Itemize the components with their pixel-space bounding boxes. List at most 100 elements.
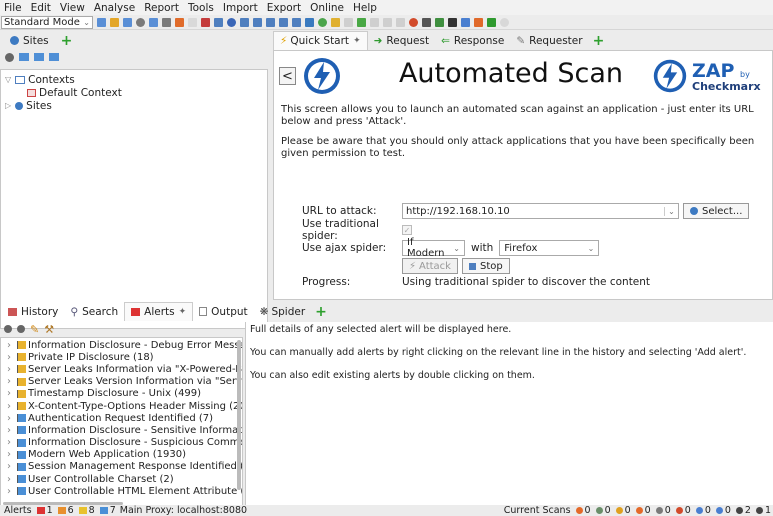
toolbar-button-icon[interactable] — [461, 17, 470, 27]
alert-list-item[interactable]: › Information Disclosure - Suspicious Com… — [1, 437, 242, 449]
toolbar-button-icon[interactable] — [409, 17, 418, 27]
globe-toggle-icon[interactable] — [4, 325, 12, 333]
tab-sites[interactable]: Sites — [4, 31, 55, 50]
chevron-right-icon[interactable]: › — [7, 413, 11, 424]
chevron-right-icon[interactable]: › — [7, 449, 11, 460]
toolbar-button-icon[interactable] — [188, 17, 197, 27]
ajax-mode-select[interactable]: If Modern ⌄ — [402, 237, 465, 259]
toolbar-button-icon[interactable] — [279, 17, 288, 27]
menu-export[interactable]: Export — [267, 2, 301, 14]
edit-icon[interactable]: ✎ — [30, 323, 39, 336]
chevron-right-icon[interactable]: › — [7, 474, 11, 485]
alert-list-item[interactable]: › Modern Web Application (1930) — [1, 449, 242, 461]
alert-list-item[interactable]: › X-Content-Type-Options Header Missing (… — [1, 400, 242, 412]
toolbar-button-icon[interactable] — [162, 17, 171, 27]
chevron-right-icon[interactable]: › — [7, 364, 11, 375]
toolbar-button-icon[interactable] — [344, 17, 353, 27]
stop-button[interactable]: Stop — [461, 258, 510, 274]
toolbar-button-icon[interactable] — [500, 17, 509, 27]
vertical-scrollbar[interactable] — [237, 340, 241, 490]
broom-icon[interactable]: ⚒ — [44, 323, 54, 336]
chevron-right-icon[interactable]: › — [7, 376, 11, 387]
tab-quick-start[interactable]: ⚡ Quick Start ✦ — [273, 31, 368, 50]
chevron-down-icon[interactable]: ▽ — [5, 75, 11, 84]
alert-list-item[interactable]: › Session Management Response Identified … — [1, 461, 242, 473]
tab-request[interactable]: ➜ Request — [368, 31, 435, 50]
alert-list-item[interactable]: › Server Leaks Version Information via "S… — [1, 376, 242, 388]
traditional-spider-checkbox[interactable]: ✓ — [402, 225, 412, 235]
toolbar-button-icon[interactable] — [110, 17, 119, 27]
add-tab-icon[interactable]: + — [315, 304, 327, 320]
tab-output[interactable]: Output — [193, 302, 253, 321]
chevron-right-icon[interactable]: › — [7, 425, 11, 436]
alert-list-item[interactable]: › Private IP Disclosure (18) — [1, 351, 242, 363]
new-context-icon[interactable] — [19, 53, 29, 61]
pin-icon[interactable]: ✦ — [353, 36, 361, 46]
chevron-right-icon[interactable]: › — [7, 401, 11, 412]
link-icon[interactable] — [17, 325, 25, 333]
tree-contexts[interactable]: ▽ Contexts — [1, 73, 267, 86]
toolbar-button-icon[interactable] — [201, 17, 210, 27]
pin-icon[interactable]: ✦ — [179, 307, 187, 317]
toolbar-button-icon[interactable] — [97, 17, 106, 27]
toolbar-button-icon[interactable] — [357, 17, 366, 27]
alert-list-item[interactable]: › Information Disclosure - Debug Error Me… — [1, 339, 242, 351]
toolbar-button-icon[interactable] — [305, 17, 314, 27]
chevron-right-icon[interactable]: › — [7, 437, 11, 448]
chevron-down-icon[interactable]: ⌄ — [664, 206, 678, 216]
toolbar-button-icon[interactable] — [474, 17, 483, 27]
toolbar-button-icon[interactable] — [383, 17, 392, 27]
menu-online[interactable]: Online — [310, 2, 344, 14]
tab-search[interactable]: ⚲ Search — [64, 302, 124, 321]
menu-report[interactable]: Report — [144, 2, 179, 14]
menu-view[interactable]: View — [60, 2, 85, 14]
toolbar-button-icon[interactable] — [136, 17, 145, 27]
globe-toggle-icon[interactable] — [5, 52, 14, 62]
toolbar-button-icon[interactable] — [487, 17, 496, 27]
toolbar-button-icon[interactable] — [149, 17, 158, 27]
menu-file[interactable]: File — [4, 2, 22, 14]
toolbar-button-icon[interactable] — [318, 17, 327, 27]
tab-alerts[interactable]: Alerts ✦ — [124, 302, 194, 321]
toolbar-button-icon[interactable] — [240, 17, 249, 27]
chevron-right-icon[interactable]: › — [7, 486, 11, 497]
alert-list-item[interactable]: › Information Disclosure - Sensitive Info… — [1, 424, 242, 436]
chevron-right-icon[interactable]: › — [7, 461, 11, 472]
add-tab-icon[interactable]: + — [593, 33, 605, 49]
back-button[interactable]: < — [279, 67, 296, 85]
toolbar-button-icon[interactable] — [435, 17, 444, 27]
chevron-right-icon[interactable]: › — [7, 388, 11, 399]
tree-sites[interactable]: ▷ Sites — [1, 99, 267, 112]
export-context-icon[interactable] — [49, 53, 59, 61]
alert-list-item[interactable]: › User Controllable HTML Element Attribut… — [1, 485, 242, 497]
add-tab-icon[interactable]: + — [61, 33, 73, 49]
attack-button[interactable]: ⚡ Attack — [402, 258, 458, 274]
tab-response[interactable]: ⇐ Response — [435, 31, 510, 50]
chevron-right-icon[interactable]: › — [7, 352, 11, 363]
browser-select[interactable]: Firefox ⌄ — [499, 240, 600, 256]
menu-analyse[interactable]: Analyse — [94, 2, 135, 14]
menu-tools[interactable]: Tools — [188, 2, 214, 14]
toolbar-button-icon[interactable] — [331, 17, 340, 27]
alert-list-item[interactable]: › Timestamp Disclosure - Unix (499) — [1, 388, 242, 400]
toolbar-button-icon[interactable] — [396, 17, 405, 27]
import-context-icon[interactable] — [34, 53, 44, 61]
menu-edit[interactable]: Edit — [31, 2, 51, 14]
toolbar-button-icon[interactable] — [292, 17, 301, 27]
tab-history[interactable]: History — [2, 302, 64, 321]
tree-default-context[interactable]: Default Context — [1, 86, 267, 99]
chevron-right-icon[interactable]: › — [7, 340, 11, 351]
toolbar-button-icon[interactable] — [266, 17, 275, 27]
toolbar-button-icon[interactable] — [253, 17, 262, 27]
alert-list-item[interactable]: › Server Leaks Information via "X-Powered… — [1, 363, 242, 375]
alert-list-item[interactable]: › Authentication Request Identified (7) — [1, 412, 242, 424]
menu-import[interactable]: Import — [223, 2, 258, 14]
toolbar-button-icon[interactable] — [370, 17, 379, 27]
menu-help[interactable]: Help — [353, 2, 377, 14]
tab-spider[interactable]: ❋ Spider — [254, 302, 312, 321]
url-input[interactable]: http://192.168.10.10 ⌄ — [402, 203, 679, 219]
chevron-right-icon[interactable]: ▷ — [5, 101, 11, 110]
toolbar-button-icon[interactable] — [422, 17, 431, 27]
toolbar-button-icon[interactable] — [227, 17, 236, 27]
toolbar-button-icon[interactable] — [123, 17, 132, 27]
